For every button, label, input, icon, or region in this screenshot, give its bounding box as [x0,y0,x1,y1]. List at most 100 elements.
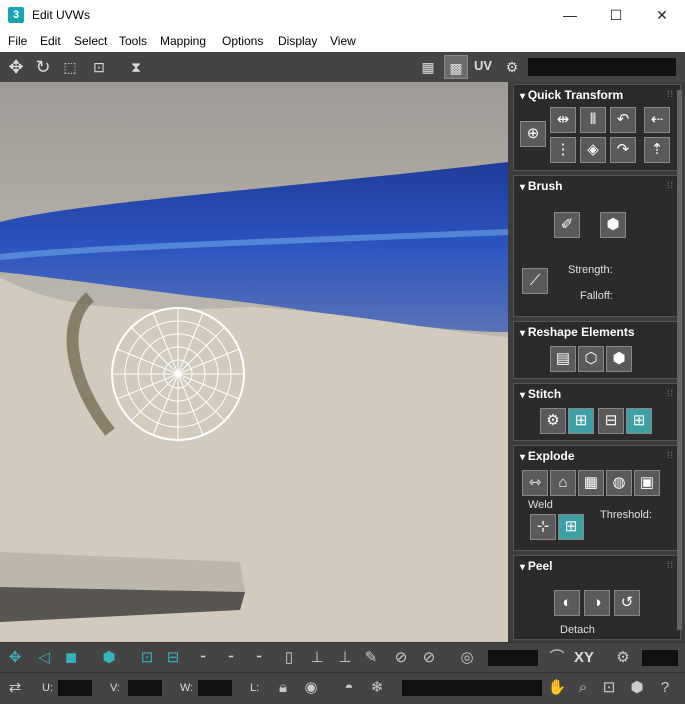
brush-falloff-curve-icon[interactable]: ⟋ [522,268,548,294]
maximize-button[interactable]: ☐ [593,0,639,30]
quick-transform-title[interactable]: Quick Transform [520,88,623,102]
stitch-average-icon[interactable]: ⊟ [598,408,624,434]
ring-select-icon[interactable]: ⁃ [220,647,242,669]
selection-mode-icon[interactable]: ✥ [4,647,26,669]
rotate-icon[interactable]: ↻ [31,55,55,79]
texture-dropdown[interactable] [528,58,676,76]
flatten-by-smoothing-icon[interactable]: ▦ [578,470,604,496]
flatten-custom-icon[interactable]: ▣ [634,470,660,496]
pivot-icon[interactable]: ⊥ [334,647,356,669]
edge-loop-icon[interactable]: ⁃ [248,647,270,669]
menu-select[interactable]: Select [74,34,107,48]
space-horizontal-icon[interactable]: ⋮ [550,137,576,163]
loop-select-icon[interactable]: ⁃ [192,647,214,669]
align-vertical-icon[interactable]: ⦀ [580,107,606,133]
weld-selected-icon[interactable]: ⊹ [530,514,556,540]
menu-file[interactable]: File [8,34,27,48]
lock-icon[interactable]: 🔒︎ [272,677,294,699]
help-icon[interactable]: ? [654,677,676,699]
checker-map-icon[interactable]: ▩ [444,55,468,79]
zoom-extents-icon[interactable]: ⬢ [626,677,648,699]
hide-icon[interactable]: ◉ [300,677,322,699]
pan-icon[interactable]: ✋ [546,677,568,699]
scale-icon[interactable]: ⬚ [58,55,82,79]
uv-label[interactable]: UV [474,58,492,73]
rotate-ccw-icon[interactable]: ↶ [610,107,636,133]
falloff-curve-icon[interactable]: ⌒ [546,647,568,669]
xy-label[interactable]: XY [574,649,594,666]
zoom-icon[interactable]: ⌕ [572,677,594,699]
menu-tools[interactable]: Tools [119,34,147,48]
space-vertical-alt-icon[interactable]: ⇡ [644,137,670,163]
menu-mapping[interactable]: Mapping [160,34,206,48]
menu-options[interactable]: Options [222,34,263,48]
shrink-selection-icon[interactable]: ⊟ [162,647,184,669]
quick-peel-icon[interactable]: ◐ [554,590,580,616]
peel-title[interactable]: Peel [520,559,553,573]
peel-mode-icon[interactable]: ◑ [584,590,610,616]
freeform-icon[interactable]: ⊡ [87,55,111,79]
w-field[interactable] [198,680,232,696]
weld-all-icon[interactable]: ⊞ [558,514,584,540]
zoom-region-icon[interactable]: ⊡ [598,677,620,699]
grip-icon[interactable]: ⁞⁞ [667,450,674,460]
face-select-icon[interactable]: ■ [60,647,82,669]
selection-field[interactable] [402,680,542,696]
vertex-select-icon[interactable]: ◁ [33,647,55,669]
brush-title[interactable]: Brush [520,179,563,193]
stitch-to-target-icon[interactable]: ⊞ [568,408,594,434]
align-pivot-icon[interactable]: ⊥ [306,647,328,669]
space-horizontal-alt-icon[interactable]: ⇠ [644,107,670,133]
panel-scrollbar[interactable] [677,90,682,630]
rotate-cw-icon[interactable]: ↷ [610,137,636,163]
uv-viewport[interactable] [0,82,508,642]
align-diamond-icon[interactable]: ◈ [580,137,606,163]
freeze-icon[interactable]: ❄ [366,677,388,699]
reset-peel-icon[interactable]: ↺ [614,590,640,616]
relax-brush-icon[interactable]: ⬢ [600,212,626,238]
show-icon[interactable]: ◓ [338,677,360,699]
grip-icon[interactable]: ⁞⁞ [667,560,674,570]
align-center-icon[interactable]: ⊕ [520,121,546,147]
menu-view[interactable]: View [330,34,356,48]
checker-pattern-icon[interactable]: ▦ [416,55,440,79]
align-horizontal-icon[interactable]: ⇹ [550,107,576,133]
flatten-by-material-icon[interactable]: ◍ [606,470,632,496]
falloff-label: Falloff: [580,290,613,302]
soft-selection-field[interactable] [488,650,538,666]
u-field[interactable] [58,680,92,696]
point-to-point-icon[interactable]: ▯ [278,647,300,669]
element-select-icon[interactable]: ⬢ [98,647,120,669]
stitch-custom-icon[interactable]: ⚙ [540,408,566,434]
break-icon[interactable]: ⇿ [522,470,548,496]
menu-edit[interactable]: Edit [40,34,61,48]
settings-icon[interactable]: ⚙ [500,55,524,79]
grip-icon[interactable]: ⁞⁞ [667,180,674,190]
snap-field[interactable] [642,650,678,666]
relax-icon[interactable]: ⬡ [578,346,604,372]
mirror-icon[interactable]: ⧗ [124,55,148,79]
transform-type-icon[interactable]: ⇄ [4,677,26,699]
grip-icon[interactable]: ⁞⁞ [667,89,674,99]
snap-icon[interactable]: ⚙ [612,647,634,669]
minimize-button[interactable]: — [547,0,593,30]
move-icon[interactable]: ✥ [4,55,28,79]
reshape-elements-title[interactable]: Reshape Elements [520,325,635,339]
close-button[interactable]: ✕ [639,0,685,30]
stitch-to-source-icon[interactable]: ⊞ [626,408,652,434]
v-field[interactable] [128,680,162,696]
grip-icon[interactable]: ⁞⁞ [667,388,674,398]
relax-until-flat-icon[interactable]: ⬢ [606,346,632,372]
menu-display[interactable]: Display [278,34,317,48]
brush-size-icon[interactable]: ⊘ [390,647,412,669]
straighten-icon[interactable]: ▤ [550,346,576,372]
stitch-title[interactable]: Stitch [520,387,561,401]
detach-edge-icon[interactable]: ⌂ [550,470,576,496]
paint-select-icon[interactable]: ✎ [360,647,382,669]
spherical-uv-gizmo[interactable] [111,307,245,441]
soft-selection-icon[interactable]: ◎ [456,647,478,669]
brush-falloff-icon[interactable]: ⊘ [418,647,440,669]
grow-selection-icon[interactable]: ⊡ [136,647,158,669]
paint-move-icon[interactable]: ✐ [554,212,580,238]
explode-title[interactable]: Explode [520,449,575,463]
